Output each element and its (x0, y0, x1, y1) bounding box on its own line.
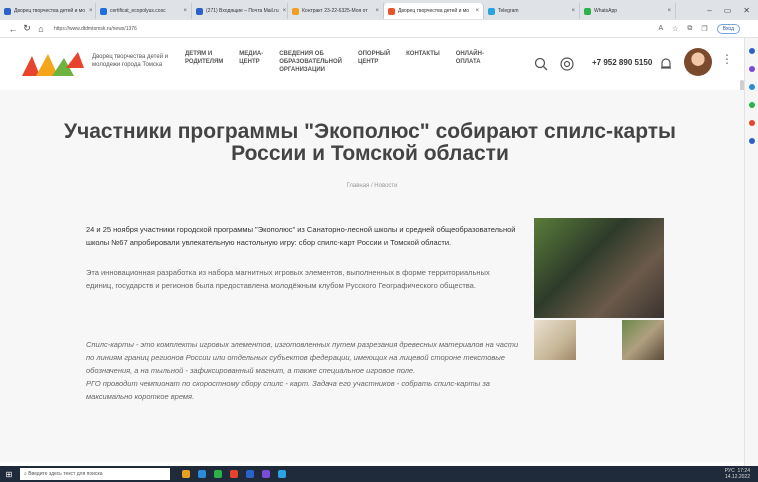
article-paragraph-1: 24 и 25 ноября участники городской прогр… (86, 225, 516, 247)
extensions-icon[interactable]: ⧉ (687, 25, 692, 33)
taskbar-search-input[interactable]: ⌕ Введите здесь текст для поиска (20, 468, 170, 480)
article-photo-group[interactable] (622, 320, 664, 360)
reload-icon[interactable]: ↻ (20, 23, 34, 34)
browser-tab-strip: Дворец творчества детей и мо × certificat_… (0, 0, 758, 20)
browser-tab[interactable]: Дворец творчества детей и мо × (0, 3, 96, 19)
profile-sync-button[interactable]: Вход (716, 23, 740, 34)
menu-item-info[interactable]: СВЕДЕНИЯ ОБ ОБРАЗОВАТЕЛЬНОЙ ОРГАНИЗАЦИИ (279, 50, 342, 74)
tab-title: Telegram (498, 8, 519, 14)
article-title: Участники программы "Экополюс" собирают … (64, 120, 676, 165)
minimize-button[interactable]: – (707, 6, 711, 15)
tab-close-icon[interactable]: × (663, 8, 671, 14)
browser-tab[interactable]: (271) Входящие – Почта Mail.ru × (192, 3, 288, 19)
browser-tab[interactable]: Контракт 23-22-6325-Моя от × (288, 3, 384, 19)
windows-start-icon[interactable]: ⊞ (0, 470, 18, 479)
breadcrumb[interactable]: Главная / Новости (0, 183, 744, 189)
browser-tab[interactable]: WhatsApp × (580, 3, 676, 19)
tab-favicon-icon (4, 7, 11, 15)
maximize-button[interactable]: ▭ (724, 6, 732, 15)
tab-close-icon[interactable]: × (85, 8, 93, 14)
taskbar-app-icon[interactable] (198, 470, 206, 478)
eye-icon[interactable] (560, 57, 574, 71)
sidebar-games-icon[interactable] (749, 102, 755, 108)
menu-item-media[interactable]: МЕДИА- ЦЕНТР (239, 50, 263, 74)
taskbar-app-icon[interactable] (246, 470, 254, 478)
sidebar-office-icon[interactable] (749, 120, 755, 126)
main-menu: ДЕТЯМ И РОДИТЕЛЯМ МЕДИА- ЦЕНТР СВЕДЕНИЯ … (185, 50, 500, 74)
site-logo[interactable] (20, 50, 86, 78)
sidebar-shopping-icon[interactable] (749, 66, 755, 72)
article-paragraph-3a: Спилс-карты - это комплекты игровых элем… (86, 340, 519, 375)
browser-sidebar (744, 38, 758, 468)
menu-item-parents[interactable]: ДЕТЯМ И РОДИТЕЛЯМ (185, 50, 223, 74)
browser-tab[interactable]: Telegram × (484, 3, 580, 19)
bell-icon[interactable] (660, 57, 672, 71)
tab-favicon-icon (388, 7, 395, 15)
tab-favicon-icon (488, 7, 495, 15)
tab-favicon-icon (584, 7, 591, 15)
tab-title: certificat_ecopolyus.cosc (110, 8, 166, 14)
article-photo-map[interactable] (534, 320, 576, 360)
tab-close-icon[interactable]: × (471, 8, 479, 14)
read-aloud-icon[interactable]: A (658, 25, 663, 32)
article-paragraph-3b: РГО проводит чемпионат по скоростному сб… (86, 379, 490, 401)
taskbar-search-placeholder: Введите здесь текст для поиска (28, 471, 103, 477)
sidebar-outlook-icon[interactable] (749, 138, 755, 144)
article-photo-main[interactable] (534, 218, 664, 318)
phone-number[interactable]: +7 952 890 5150 (592, 58, 652, 67)
more-vertical-icon[interactable]: ⋮ (721, 52, 733, 66)
tab-close-icon[interactable]: × (371, 8, 379, 14)
tab-title: Дворец творчества детей и мо (398, 8, 469, 14)
tab-title: Контракт 23-22-6325-Моя от (302, 8, 368, 14)
menu-item-payment[interactable]: ОНЛАЙН- ОПЛАТА (456, 50, 484, 74)
tab-close-icon[interactable]: × (567, 8, 575, 14)
logo-text: Дворец творчества детей и молодежи город… (92, 54, 169, 68)
collections-icon[interactable]: ❐ (701, 25, 707, 33)
tab-close-icon[interactable]: × (179, 8, 187, 14)
system-tray[interactable]: РУС 17:24 14.12.2022 (725, 468, 758, 480)
site-header: Дворец творчества детей и молодежи город… (0, 38, 744, 90)
back-icon[interactable]: ← (6, 24, 20, 34)
article-paragraph-3: Спилс-карты - это комплекты игровых элем… (86, 338, 522, 403)
close-window-button[interactable]: ✕ (743, 6, 750, 15)
taskbar-app-icon[interactable] (262, 470, 270, 478)
avatar[interactable] (684, 48, 712, 76)
tab-favicon-icon (292, 7, 299, 15)
tray-date: 14.12.2022 (724, 474, 750, 480)
tab-favicon-icon (100, 7, 107, 15)
taskbar-app-icon[interactable] (230, 470, 238, 478)
window-controls: – ▭ ✕ (707, 6, 758, 15)
sidebar-tools-icon[interactable] (749, 84, 755, 90)
article-content: Участники программы "Экополюс" собирают … (0, 90, 744, 462)
browser-tab[interactable]: certificat_ecopolyus.cosc × (96, 3, 192, 19)
tab-title: Дворец творчества детей и мо (14, 8, 85, 14)
taskbar-app-icon[interactable] (214, 470, 222, 478)
url-field[interactable]: https://www.dtdmtomsk.ru/news/1376 (54, 26, 137, 32)
tab-title: WhatsApp (594, 8, 618, 14)
browser-tab[interactable]: Дворец творчества детей и мо × (384, 3, 484, 19)
menu-item-center[interactable]: ОПОРНЫЙ ЦЕНТР (358, 50, 390, 74)
address-bar: ← ↻ ⌂ https://www.dtdmtomsk.ru/news/1376… (0, 20, 758, 38)
taskbar-app-icon[interactable] (182, 470, 190, 478)
tab-title: (271) Входящие – Почта Mail.ru (206, 8, 279, 14)
search-icon[interactable] (534, 57, 548, 71)
tab-close-icon[interactable]: × (279, 8, 287, 14)
sidebar-search-icon[interactable] (749, 48, 755, 54)
article-paragraph-2: Эта инновационная разработка из набора м… (86, 268, 490, 290)
home-icon[interactable]: ⌂ (34, 24, 48, 34)
menu-item-contacts[interactable]: КОНТАКТЫ (406, 50, 440, 74)
taskbar-app-icon[interactable] (278, 470, 286, 478)
favorite-icon[interactable]: ☆ (672, 25, 678, 33)
windows-taskbar: ⊞ ⌕ Введите здесь текст для поиска РУС 1… (0, 466, 758, 482)
tab-favicon-icon (196, 7, 203, 15)
